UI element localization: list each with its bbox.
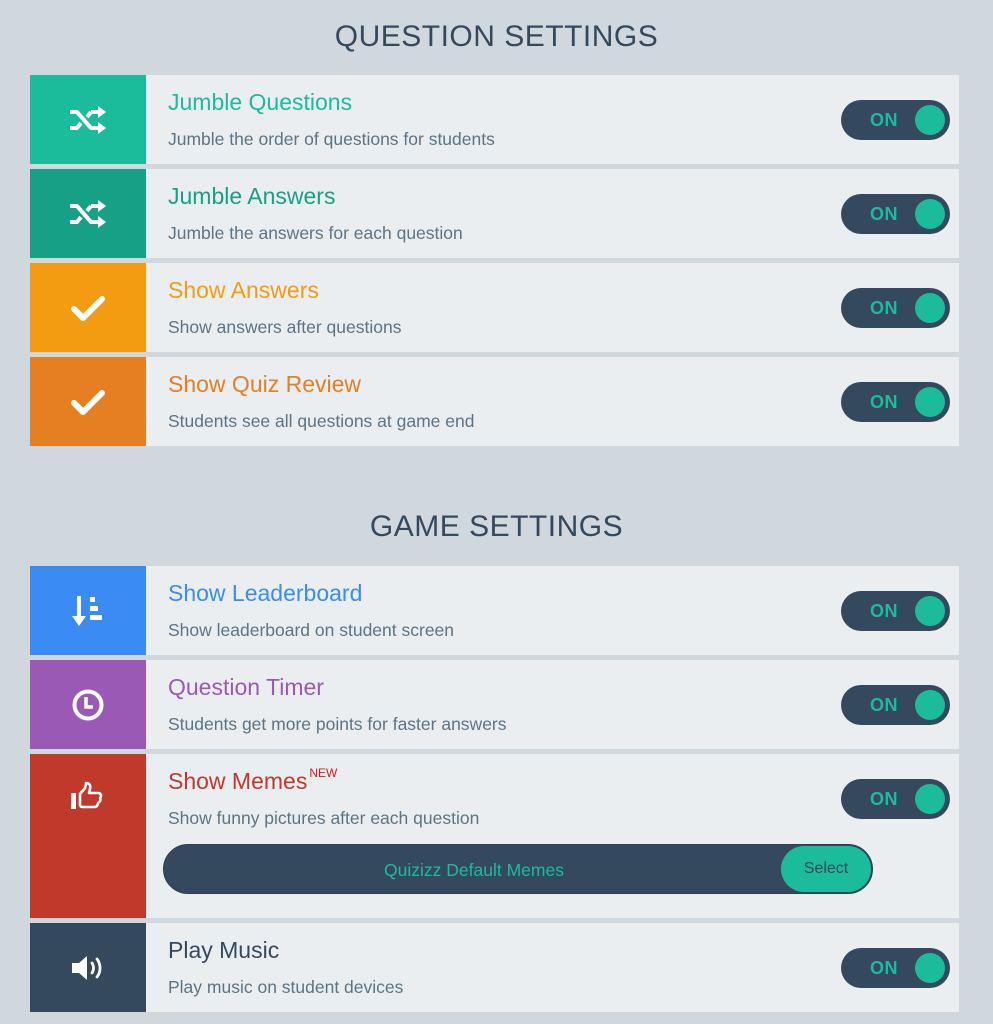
setting-title: Question Timer bbox=[168, 674, 324, 700]
show-quiz-review-toggle[interactable]: ON bbox=[841, 382, 950, 422]
tile-question-timer bbox=[30, 660, 146, 749]
jumble-answers-toggle[interactable]: ON bbox=[841, 194, 950, 234]
select-meme-set-button[interactable]: Select bbox=[781, 846, 871, 892]
setting-description: Jumble the answers for each question bbox=[168, 223, 463, 243]
toggle-label: ON bbox=[870, 110, 898, 130]
tile-show-answers bbox=[30, 263, 146, 352]
tile-show-quiz-review bbox=[30, 357, 146, 446]
setting-row-show-leaderboard: Show Leaderboard Show leaderboard on stu… bbox=[30, 566, 959, 655]
toggle-knob bbox=[915, 387, 945, 417]
section-title-question-settings: QUESTION SETTINGS bbox=[334, 20, 659, 53]
toggle-knob bbox=[915, 953, 945, 983]
new-badge: NEW bbox=[309, 766, 338, 780]
setting-row-show-memes: Show Memes NEW Show funny pictures after … bbox=[30, 754, 959, 918]
meme-set-selector[interactable]: Quizizz Default Memes Select bbox=[163, 844, 873, 894]
checkmark-icon bbox=[71, 389, 105, 415]
tile-show-memes bbox=[30, 754, 146, 918]
setting-description: Show funny pictures after each question bbox=[168, 808, 480, 828]
meme-set-name: Quizizz Default Memes bbox=[384, 860, 564, 880]
setting-title: Show Leaderboard bbox=[168, 580, 363, 606]
toggle-label: ON bbox=[870, 204, 898, 224]
setting-title: Show Answers bbox=[168, 277, 319, 303]
setting-description: Show answers after questions bbox=[168, 317, 402, 337]
setting-description: Play music on student devices bbox=[168, 977, 404, 997]
toggle-label: ON bbox=[870, 695, 898, 715]
clock-icon bbox=[72, 689, 104, 720]
toggle-label: ON bbox=[870, 392, 898, 412]
setting-title: Show Quiz Review bbox=[168, 371, 362, 397]
setting-description: Jumble the order of questions for studen… bbox=[168, 129, 495, 149]
setting-row-question-timer: Question Timer Students get more points … bbox=[30, 660, 959, 749]
setting-row-show-answers: Show Answers Show answers after question… bbox=[30, 263, 959, 352]
setting-description: Students see all questions at game end bbox=[168, 411, 475, 431]
tile-show-leaderboard bbox=[30, 566, 146, 655]
setting-row-show-quiz-review: Show Quiz Review Students see all questi… bbox=[30, 357, 959, 446]
setting-title: Jumble Questions bbox=[168, 89, 353, 115]
toggle-knob bbox=[915, 293, 945, 323]
setting-title: Play Music bbox=[168, 937, 280, 963]
toggle-label: ON bbox=[870, 789, 898, 809]
setting-title: Show Memes NEW bbox=[168, 766, 338, 795]
toggle-knob bbox=[915, 690, 945, 720]
show-memes-toggle[interactable]: ON bbox=[841, 779, 950, 819]
toggle-knob bbox=[915, 105, 945, 135]
setting-description: Show leaderboard on student screen bbox=[168, 620, 455, 640]
checkmark-icon bbox=[71, 295, 105, 321]
leaderboard-sort-icon bbox=[72, 595, 102, 626]
show-leaderboard-toggle[interactable]: ON bbox=[841, 591, 950, 631]
setting-title: Jumble Answers bbox=[168, 183, 336, 209]
setting-title-text: Show Memes bbox=[168, 768, 308, 794]
setting-row-jumble-answers: Jumble Answers Jumble the answers for ea… bbox=[30, 169, 959, 258]
shuffle-icon bbox=[70, 199, 106, 228]
toggle-knob bbox=[915, 199, 945, 229]
show-answers-toggle[interactable]: ON bbox=[841, 288, 950, 328]
tile-jumble-answers bbox=[30, 169, 146, 258]
toggle-knob bbox=[915, 784, 945, 814]
play-music-toggle[interactable]: ON bbox=[841, 948, 950, 988]
setting-row-jumble-questions: Jumble Questions Jumble the order of que… bbox=[30, 75, 959, 164]
tile-jumble-questions bbox=[30, 75, 146, 164]
setting-row-play-music: Play Music Play music on student devices… bbox=[30, 923, 959, 1012]
toggle-label: ON bbox=[870, 958, 898, 978]
shuffle-icon bbox=[70, 105, 106, 134]
toggle-label: ON bbox=[870, 298, 898, 318]
section-title-game-settings: GAME SETTINGS bbox=[369, 510, 624, 543]
toggle-label: ON bbox=[870, 601, 898, 621]
jumble-questions-toggle[interactable]: ON bbox=[841, 100, 950, 140]
setting-description: Students get more points for faster answ… bbox=[168, 714, 507, 734]
speaker-icon bbox=[72, 955, 102, 980]
thumbs-up-icon bbox=[71, 781, 103, 809]
question-timer-toggle[interactable]: ON bbox=[841, 685, 950, 725]
toggle-knob bbox=[915, 596, 945, 626]
tile-play-music bbox=[30, 923, 146, 1012]
